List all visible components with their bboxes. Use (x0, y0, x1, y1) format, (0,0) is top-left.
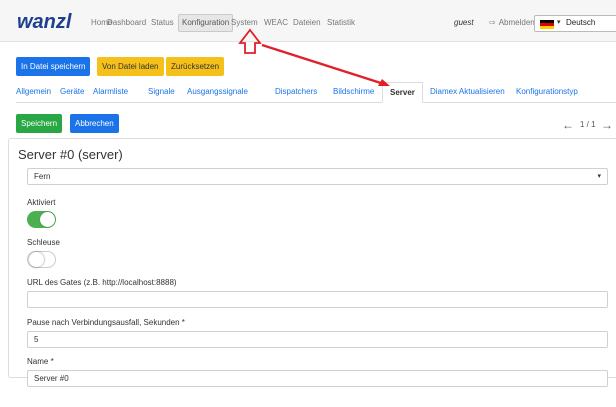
up-arrow-annotation-icon (238, 28, 262, 54)
pointer-line-annotation (261, 43, 385, 86)
annotation-overlay (238, 28, 390, 86)
